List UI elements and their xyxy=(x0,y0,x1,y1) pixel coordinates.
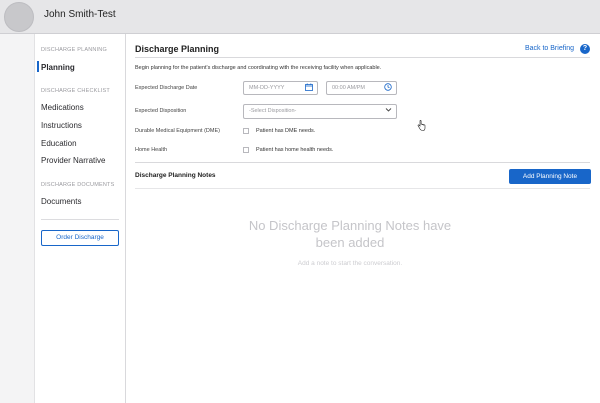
main-panel: Discharge Planning Back to Briefing ? Be… xyxy=(126,34,600,403)
notes-section-title: Discharge Planning Notes xyxy=(135,172,216,179)
discharge-date-placeholder: MM-DD-YYYY xyxy=(249,85,285,91)
sidebar-item-planning[interactable]: Planning xyxy=(41,63,75,72)
sidebar-section-discharge-checklist: DISCHARGE CHECKLIST xyxy=(41,88,110,94)
active-indicator xyxy=(37,61,39,72)
notes-divider xyxy=(135,188,590,189)
sidebar-item-education[interactable]: Education xyxy=(41,139,77,148)
section-divider xyxy=(135,162,590,163)
sidebar-item-provider-narrative[interactable]: Provider Narrative xyxy=(41,156,105,165)
expected-date-label: Expected Discharge Date xyxy=(135,85,198,91)
patient-header: John Smith-Test xyxy=(0,0,600,34)
help-icon[interactable]: ? xyxy=(580,44,590,54)
sidebar-section-discharge-documents: DISCHARGE DOCUMENTS xyxy=(41,182,115,188)
discharge-date-input[interactable]: MM-DD-YYYY xyxy=(243,81,318,95)
disposition-placeholder: -Select Disposition- xyxy=(249,108,297,114)
home-health-label: Home Health xyxy=(135,147,168,153)
dme-checkbox[interactable] xyxy=(243,128,249,134)
discharge-time-placeholder: 00:00 AM/PM xyxy=(332,85,366,91)
sidebar-divider xyxy=(41,219,119,220)
page-title: Discharge Planning xyxy=(135,44,220,54)
back-to-briefing-link[interactable]: Back to Briefing xyxy=(525,45,574,52)
sidebar-item-medications[interactable]: Medications xyxy=(41,103,84,112)
dme-checkbox-label[interactable]: Patient has DME needs. xyxy=(256,128,315,134)
intro-text: Begin planning for the patient's dischar… xyxy=(135,65,382,71)
disposition-select[interactable]: -Select Disposition- xyxy=(243,104,397,119)
sidebar: DISCHARGE PLANNING Planning DISCHARGE CH… xyxy=(35,34,126,403)
sidebar-item-documents[interactable]: Documents xyxy=(41,197,81,206)
empty-state-title: No Discharge Planning Notes have been ad… xyxy=(248,218,452,250)
sidebar-section-discharge-planning: DISCHARGE PLANNING xyxy=(41,47,107,53)
clock-icon[interactable] xyxy=(384,83,392,95)
title-divider xyxy=(135,57,590,58)
sidebar-item-instructions[interactable]: Instructions xyxy=(41,121,82,130)
expected-disposition-label: Expected Disposition xyxy=(135,108,187,114)
home-health-checkbox-label[interactable]: Patient has home health needs. xyxy=(256,147,333,153)
discharge-time-input[interactable]: 00:00 AM/PM xyxy=(326,81,397,95)
add-planning-note-button[interactable]: Add Planning Note xyxy=(509,169,591,184)
order-discharge-button[interactable]: Order Discharge xyxy=(41,230,119,246)
calendar-icon[interactable] xyxy=(305,83,313,95)
avatar xyxy=(4,2,34,32)
empty-state-subtitle: Add a note to start the conversation. xyxy=(297,260,403,267)
left-rail xyxy=(0,34,35,403)
hand-cursor-icon xyxy=(417,119,426,133)
dme-label: Durable Medical Equipment (DME) xyxy=(135,128,220,134)
home-health-checkbox[interactable] xyxy=(243,147,249,153)
chevron-down-icon xyxy=(385,106,392,117)
patient-name: John Smith-Test xyxy=(44,9,116,20)
